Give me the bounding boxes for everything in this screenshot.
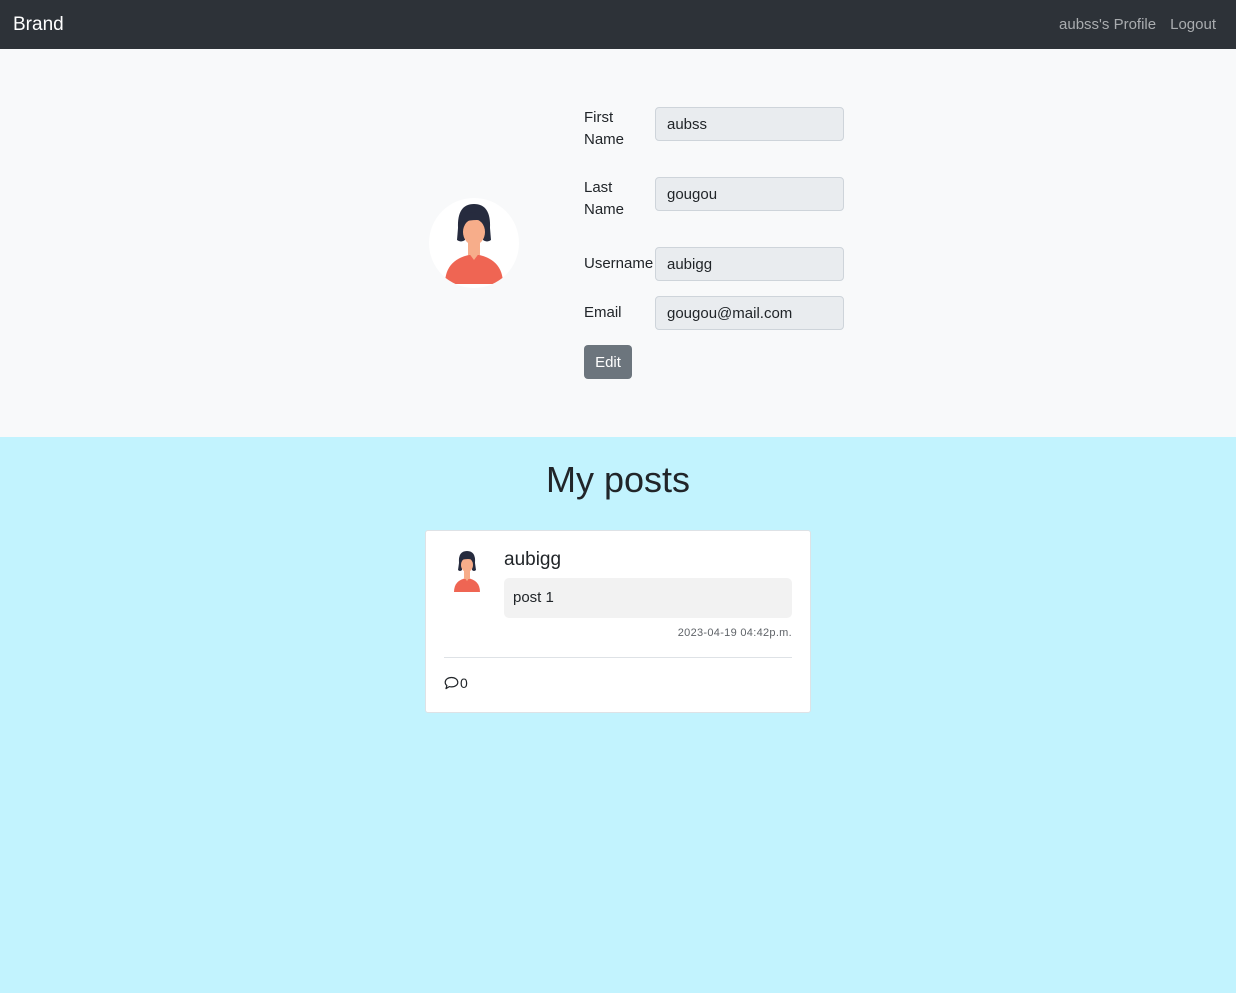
last-name-input[interactable] <box>655 177 844 211</box>
profile-avatar <box>429 198 519 288</box>
first-name-input[interactable] <box>655 107 844 141</box>
comment-count: 0 <box>460 675 468 691</box>
post-timestamp: 2023-04-19 04:42p.m. <box>677 627 792 639</box>
last-name-label: Last Name <box>584 179 625 218</box>
profile-section: First Name Last Name Username Email Edit <box>0 49 1236 437</box>
email-input[interactable] <box>655 296 844 330</box>
last-name-row: Last Name <box>584 177 844 221</box>
post-avatar <box>448 549 486 593</box>
user-avatar-icon <box>445 204 503 284</box>
posts-title: My posts <box>545 459 691 500</box>
post-author: aubigg <box>504 549 562 570</box>
comments-button[interactable]: 0 <box>444 675 468 691</box>
username-input[interactable] <box>655 247 844 281</box>
comment-bubble-icon <box>444 676 459 690</box>
user-avatar-icon <box>454 551 480 592</box>
post-card: aubigg post 1 2023-04-19 04:42p.m. 0 <box>425 530 811 713</box>
email-label: Email <box>584 304 622 321</box>
first-name-label: First Name <box>584 109 625 148</box>
profile-link[interactable]: aubss's Profile <box>1059 16 1156 33</box>
username-row: Username <box>584 247 844 281</box>
navbar: Brand aubss's Profile Logout <box>0 0 1236 49</box>
email-row: Email <box>584 296 844 330</box>
username-label: Username <box>584 255 654 272</box>
post-divider <box>444 657 792 658</box>
nav-links: aubss's Profile Logout <box>1059 16 1216 33</box>
logout-link[interactable]: Logout <box>1170 16 1216 33</box>
edit-button[interactable]: Edit <box>584 345 632 379</box>
post-content: post 1 <box>504 578 792 618</box>
first-name-row: First Name <box>584 107 844 151</box>
brand-link[interactable]: Brand <box>13 14 64 36</box>
posts-section: My posts aubigg post 1 2023-04-19 04:42p… <box>0 437 1236 993</box>
